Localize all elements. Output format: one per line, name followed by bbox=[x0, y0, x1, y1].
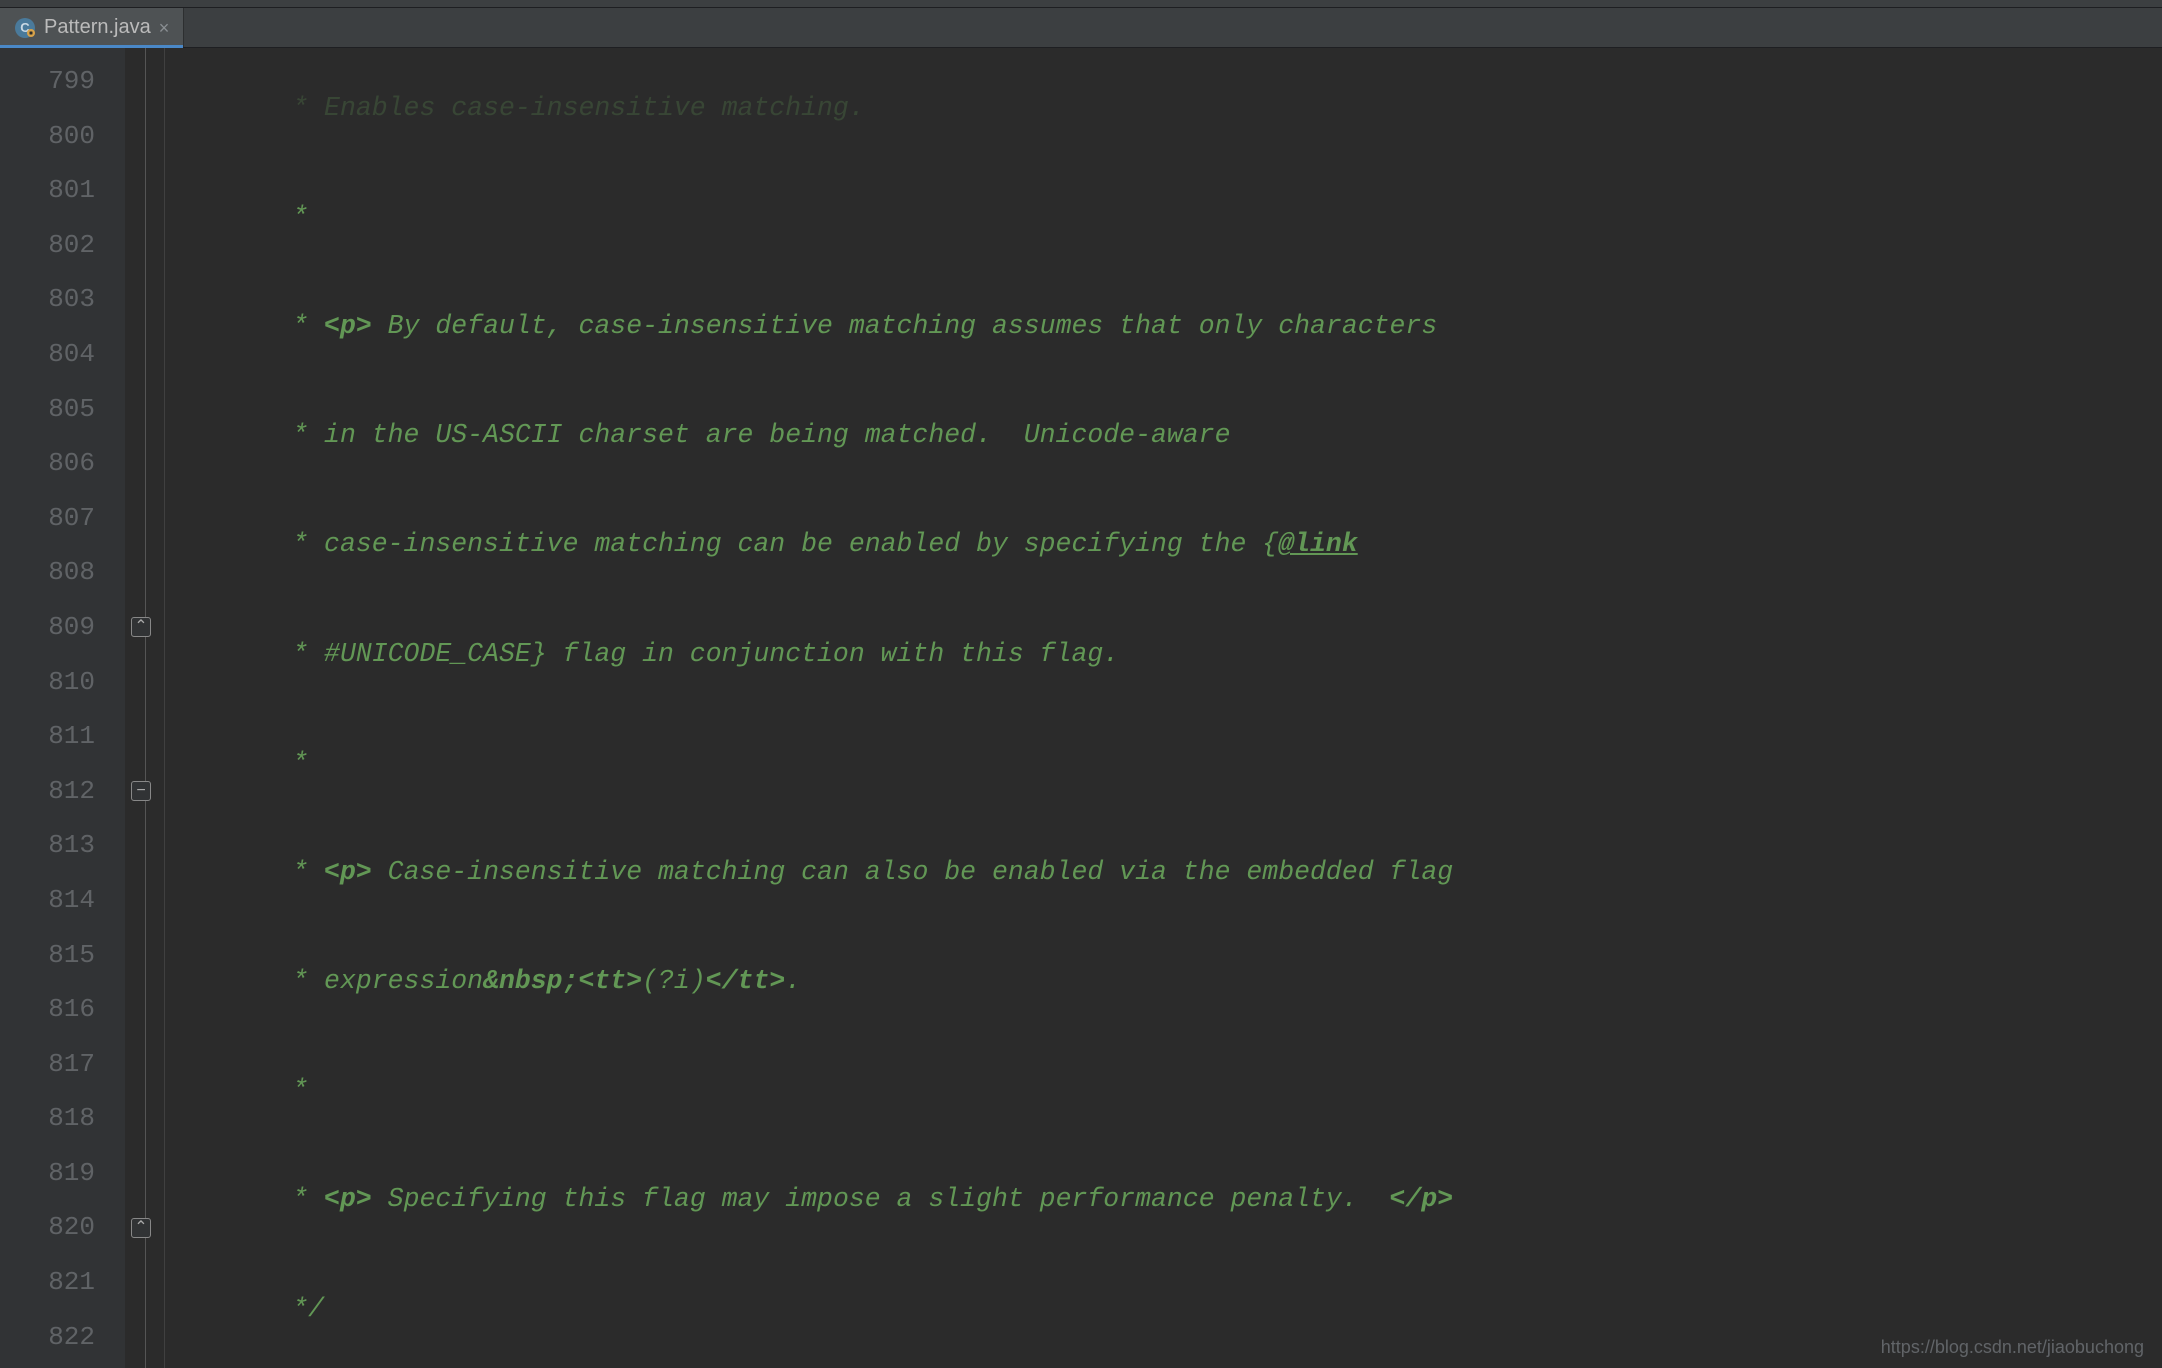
line-number: 822 bbox=[0, 1310, 95, 1365]
watermark-text: https://blog.csdn.net/jiaobuchong bbox=[1881, 1337, 2144, 1358]
comment-text: Case-insensitive matching can also be en… bbox=[372, 857, 1453, 887]
comment-text: * expression bbox=[276, 966, 483, 996]
comment-text: * case-insensitive matching can be enabl… bbox=[276, 529, 1278, 559]
indent bbox=[165, 1075, 276, 1105]
doc-tag: <p> bbox=[324, 311, 372, 341]
fold-toggle-icon[interactable]: − bbox=[131, 781, 151, 801]
doc-link: @link bbox=[1278, 529, 1358, 559]
line-number: 810 bbox=[0, 655, 95, 710]
indent bbox=[165, 1184, 276, 1214]
indent bbox=[165, 639, 276, 669]
comment-text: By default, case-insensitive matching as… bbox=[372, 311, 1437, 341]
window-title-bar bbox=[0, 0, 2162, 8]
comment-text: * in the US-ASCII charset are being matc… bbox=[276, 420, 1230, 450]
comment-text: (?i) bbox=[642, 966, 706, 996]
indent bbox=[165, 1294, 276, 1324]
line-number: 811 bbox=[0, 709, 95, 764]
editor-tab-strip: C Pattern.java × bbox=[0, 8, 2162, 48]
code-editor[interactable]: 7998008018028038048058068078088098108118… bbox=[0, 48, 2162, 1368]
comment-text: Specifying this flag may impose a slight… bbox=[372, 1184, 1390, 1214]
line-number: 815 bbox=[0, 928, 95, 983]
doc-tag: <tt> bbox=[578, 966, 642, 996]
fold-toggle-icon[interactable]: ⌃ bbox=[131, 617, 151, 637]
comment-text: * Enables case-insensitive matching. bbox=[276, 93, 864, 123]
fold-toggle-icon[interactable]: ⌃ bbox=[131, 1218, 151, 1238]
line-number: 821 bbox=[0, 1255, 95, 1310]
indent bbox=[165, 202, 276, 232]
comment-text: * #UNICODE_CASE} flag in conjunction wit… bbox=[276, 639, 1119, 669]
indent bbox=[165, 311, 276, 341]
tab-filename: Pattern.java bbox=[44, 16, 151, 39]
code-area[interactable]: * Enables case-insensitive matching. * *… bbox=[165, 48, 2162, 1368]
close-icon[interactable]: × bbox=[159, 19, 170, 37]
comment-text: * bbox=[276, 202, 308, 232]
line-number-gutter: 7998008018028038048058068078088098108118… bbox=[0, 48, 125, 1368]
java-class-icon: C bbox=[14, 17, 36, 39]
doc-tag: <p> bbox=[324, 1184, 372, 1214]
line-number: 816 bbox=[0, 982, 95, 1037]
comment-text: . bbox=[785, 966, 801, 996]
doc-tag: </p> bbox=[1390, 1184, 1454, 1214]
indent bbox=[165, 420, 276, 450]
line-number: 818 bbox=[0, 1091, 95, 1146]
line-number: 808 bbox=[0, 545, 95, 600]
line-number: 820 bbox=[0, 1200, 95, 1255]
indent bbox=[165, 748, 276, 778]
comment-text: */ bbox=[276, 1294, 324, 1324]
fold-strip: ⌃ − ⌃ bbox=[125, 48, 165, 1368]
line-number: 806 bbox=[0, 436, 95, 491]
doc-tag: <p> bbox=[324, 857, 372, 887]
fold-guide-line bbox=[145, 48, 146, 1368]
line-number: 817 bbox=[0, 1037, 95, 1092]
indent bbox=[165, 529, 276, 559]
comment-text: * bbox=[276, 1075, 308, 1105]
line-number: 812 bbox=[0, 764, 95, 819]
line-number: 809 bbox=[0, 600, 95, 655]
indent bbox=[165, 857, 276, 887]
doc-entity: &nbsp; bbox=[483, 966, 578, 996]
comment-text: * bbox=[276, 1184, 324, 1214]
indent bbox=[165, 966, 276, 996]
line-number: 804 bbox=[0, 327, 95, 382]
line-number: 819 bbox=[0, 1146, 95, 1201]
doc-tag: </tt> bbox=[706, 966, 786, 996]
line-number: 799 bbox=[0, 54, 95, 109]
line-number: 803 bbox=[0, 272, 95, 327]
line-number: 800 bbox=[0, 109, 95, 164]
line-number: 807 bbox=[0, 491, 95, 546]
comment-text: * bbox=[276, 311, 324, 341]
comment-text: * bbox=[276, 857, 324, 887]
comment-text: * bbox=[276, 748, 308, 778]
line-number: 805 bbox=[0, 382, 95, 437]
line-number: 813 bbox=[0, 818, 95, 873]
line-number: 801 bbox=[0, 163, 95, 218]
line-number: 814 bbox=[0, 873, 95, 928]
tab-pattern-java[interactable]: C Pattern.java × bbox=[0, 8, 184, 47]
line-number: 802 bbox=[0, 218, 95, 273]
indent bbox=[165, 93, 276, 123]
